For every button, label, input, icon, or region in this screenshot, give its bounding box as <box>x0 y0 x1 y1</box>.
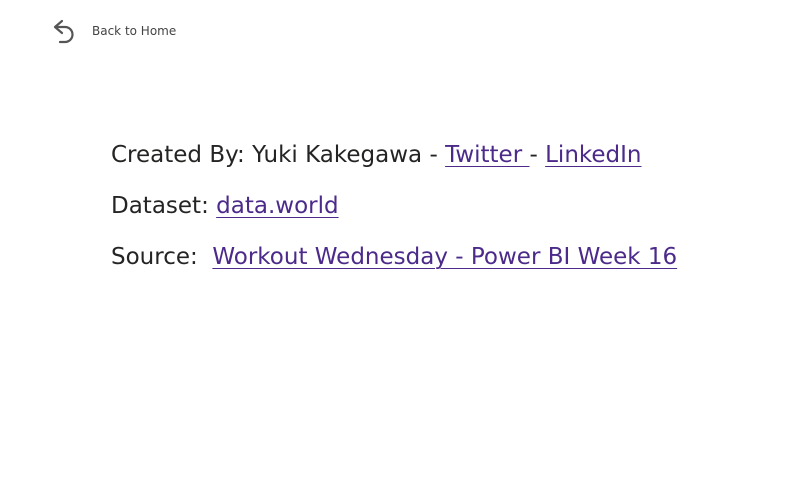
dataset-line: Dataset: data.world <box>111 181 677 232</box>
author-name: Yuki Kakegawa <box>252 142 423 168</box>
source-link[interactable]: Workout Wednesday - Power BI Week 16 <box>212 244 677 270</box>
twitter-link[interactable]: Twitter <box>445 142 529 168</box>
created-by-prefix: Created By: <box>111 142 253 168</box>
dataset-link[interactable]: data.world <box>216 193 338 219</box>
source-line: Source: Workout Wednesday - Power BI Wee… <box>111 232 677 283</box>
back-to-home-button[interactable]: Back to Home <box>50 16 176 46</box>
credits-panel: Created By: Yuki Kakegawa - Twitter - Li… <box>111 130 677 283</box>
source-prefix: Source: <box>111 244 213 270</box>
created-by-line: Created By: Yuki Kakegawa - Twitter - Li… <box>111 130 677 181</box>
separator: - <box>529 142 546 168</box>
separator: - <box>422 142 446 168</box>
back-to-home-label: Back to Home <box>92 24 177 38</box>
linkedin-link[interactable]: LinkedIn <box>545 142 641 168</box>
dataset-prefix: Dataset: <box>111 193 217 219</box>
undo-arrow-icon <box>50 16 78 46</box>
